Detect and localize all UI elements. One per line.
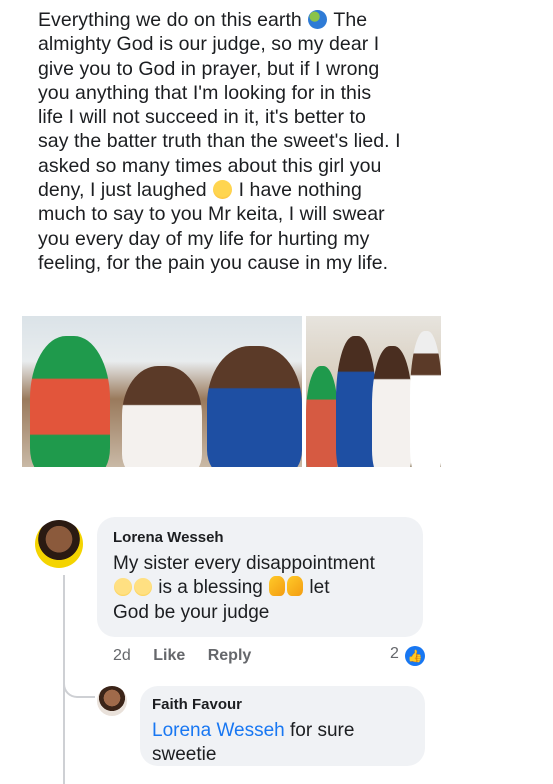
comment-text-2a: is a blessing bbox=[153, 577, 269, 598]
pray-icon bbox=[287, 576, 304, 596]
post-text-1: Everything we do on this earth bbox=[38, 9, 302, 31]
comment-bubble: Lorena Wesseh My sister every disappoint… bbox=[97, 517, 423, 637]
comment-text-1: My sister every disappointment bbox=[113, 553, 375, 574]
person-figure bbox=[372, 346, 412, 467]
comment-text-2b: let bbox=[304, 577, 330, 598]
person-figure bbox=[336, 336, 376, 467]
avatar[interactable] bbox=[97, 686, 127, 716]
reply-text-1a: for sure bbox=[284, 720, 355, 741]
globe-icon bbox=[308, 10, 328, 29]
avatar[interactable] bbox=[35, 520, 83, 568]
reaction-count[interactable]: 2 bbox=[390, 645, 399, 663]
comment-actions: 2d Like Reply bbox=[113, 647, 269, 665]
person-figure bbox=[306, 366, 338, 467]
reply-text-1: Lorena Wesseh for sure bbox=[152, 719, 354, 743]
reply-button[interactable]: Reply bbox=[208, 647, 252, 664]
person-figure bbox=[30, 336, 110, 467]
person-figure bbox=[410, 331, 441, 467]
post-photo-2[interactable] bbox=[306, 316, 441, 467]
laughing-icon bbox=[213, 180, 233, 200]
reply-text-2: sweetie bbox=[152, 744, 217, 765]
post-photo-1[interactable] bbox=[22, 316, 302, 467]
post-text-2: almighty God is our judge, so my dear I … bbox=[38, 33, 401, 202]
comment-author[interactable]: Lorena Wesseh bbox=[113, 529, 224, 546]
reply-bubble: Faith Favour Lorena Wesseh for sure swee… bbox=[140, 686, 425, 766]
person-figure bbox=[122, 366, 202, 467]
post-body: Everything we do on this earth The almig… bbox=[38, 8, 518, 275]
like-button[interactable]: Like bbox=[153, 647, 185, 664]
mention-link[interactable]: Lorena Wesseh bbox=[152, 720, 285, 741]
comment-time[interactable]: 2d bbox=[113, 647, 131, 664]
comment-text-3: God be your judge bbox=[113, 602, 270, 623]
like-icon[interactable]: 👍 bbox=[405, 646, 425, 666]
comment-text-2: is a blessing let bbox=[113, 576, 329, 600]
pray-icon bbox=[269, 576, 286, 596]
reply-connector bbox=[63, 660, 95, 698]
post-text-1b: The bbox=[328, 9, 368, 31]
disappointed-icon bbox=[114, 578, 132, 596]
disappointed-icon bbox=[134, 578, 152, 596]
reply-author[interactable]: Faith Favour bbox=[152, 696, 242, 713]
person-figure bbox=[207, 346, 302, 467]
